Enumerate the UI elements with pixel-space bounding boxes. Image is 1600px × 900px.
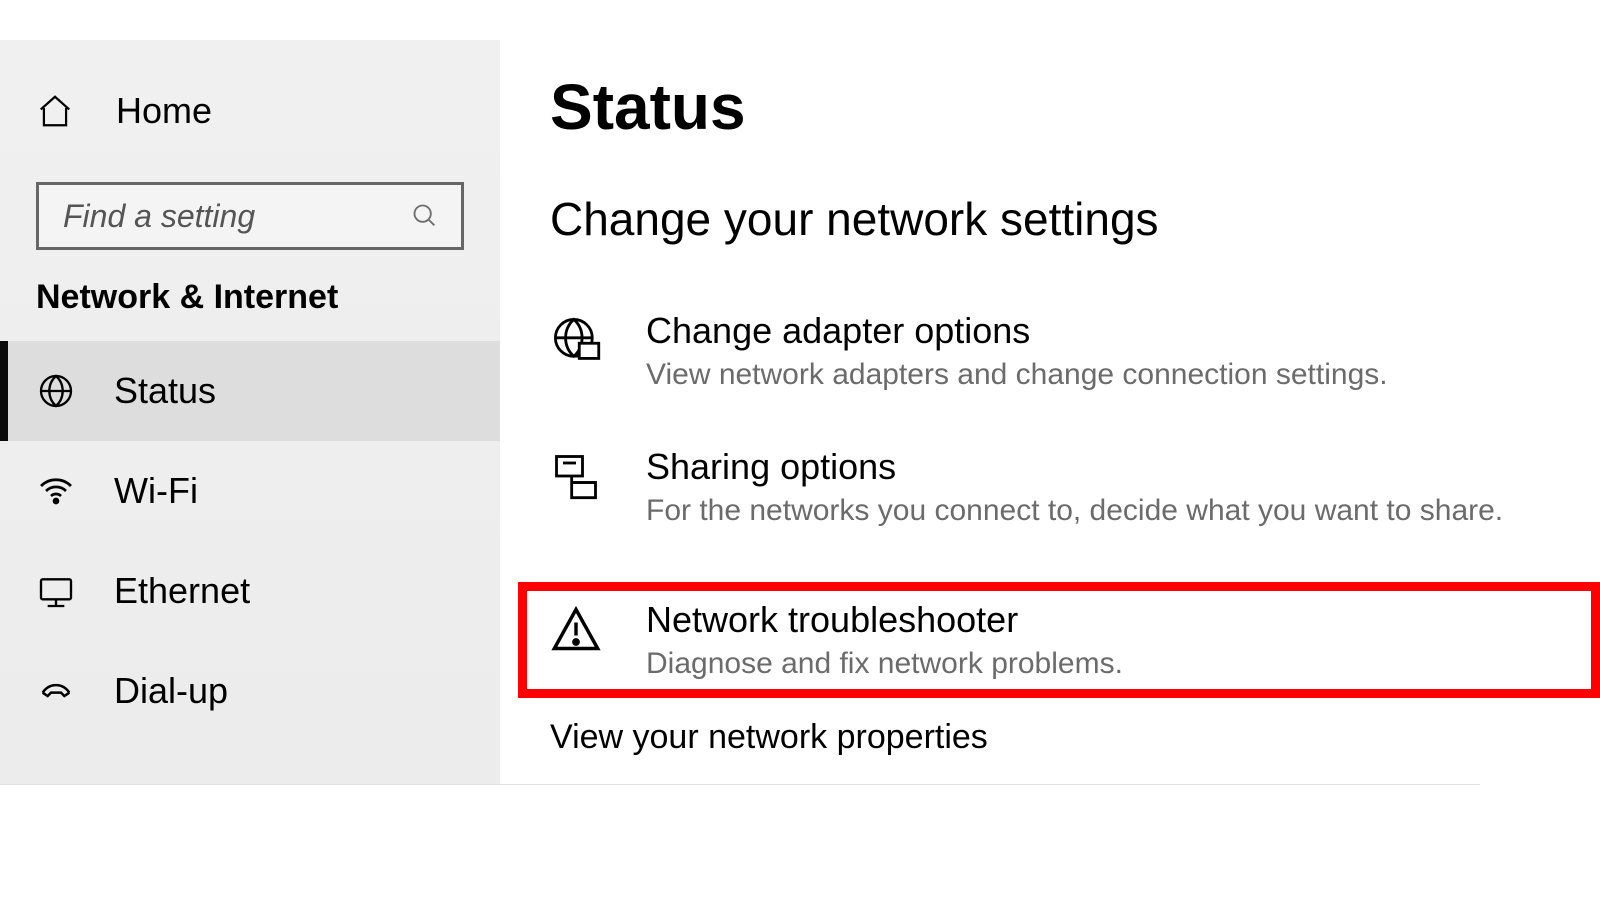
settings-item-sharing-options[interactable]: Sharing options For the networks you con…	[550, 446, 1600, 528]
divider	[0, 784, 1480, 785]
settings-item-adapter-options[interactable]: Change adapter options View network adap…	[550, 310, 1600, 392]
settings-item-desc: View network adapters and change connect…	[646, 358, 1388, 392]
search-input-container[interactable]	[36, 182, 464, 250]
settings-item-title: Change adapter options	[646, 310, 1388, 352]
view-network-properties-link[interactable]: View your network properties	[550, 718, 1600, 757]
sidebar-item-wifi[interactable]: Wi-Fi	[0, 441, 500, 541]
adapter-icon	[550, 310, 610, 366]
wifi-icon	[36, 471, 84, 511]
sidebar-nav: Status Wi-Fi	[0, 341, 500, 741]
search-icon	[411, 202, 439, 230]
dialup-icon	[36, 671, 84, 711]
sidebar-home-label: Home	[116, 90, 212, 132]
settings-item-troubleshooter[interactable]: Network troubleshooter Diagnose and fix …	[550, 599, 1571, 681]
section-title: Change your network settings	[550, 192, 1600, 246]
settings-sidebar: Home Network & Internet Status	[0, 40, 500, 785]
ethernet-icon	[36, 571, 84, 611]
sidebar-item-label: Ethernet	[114, 570, 250, 612]
settings-item-desc: For the networks you connect to, decide …	[646, 494, 1503, 528]
sidebar-item-label: Status	[114, 370, 216, 412]
search-input[interactable]	[61, 197, 382, 236]
settings-item-title: Network troubleshooter	[646, 599, 1123, 641]
sidebar-item-label: Dial-up	[114, 670, 228, 712]
home-icon	[36, 92, 84, 130]
sidebar-home-button[interactable]: Home	[0, 80, 500, 150]
page-title: Status	[550, 70, 1600, 144]
sidebar-item-label: Wi-Fi	[114, 470, 198, 512]
globe-icon	[36, 371, 84, 411]
highlight-annotation: Network troubleshooter Diagnose and fix …	[518, 582, 1600, 698]
settings-main-panel: Status Change your network settings Chan…	[550, 40, 1600, 785]
warning-triangle-icon	[550, 599, 610, 655]
settings-item-desc: Diagnose and fix network problems.	[646, 647, 1123, 681]
sharing-icon	[550, 446, 610, 502]
sidebar-item-status[interactable]: Status	[0, 341, 500, 441]
sidebar-item-dialup[interactable]: Dial-up	[0, 641, 500, 741]
sidebar-item-ethernet[interactable]: Ethernet	[0, 541, 500, 641]
settings-item-title: Sharing options	[646, 446, 1503, 488]
sidebar-category-label: Network & Internet	[36, 278, 500, 317]
